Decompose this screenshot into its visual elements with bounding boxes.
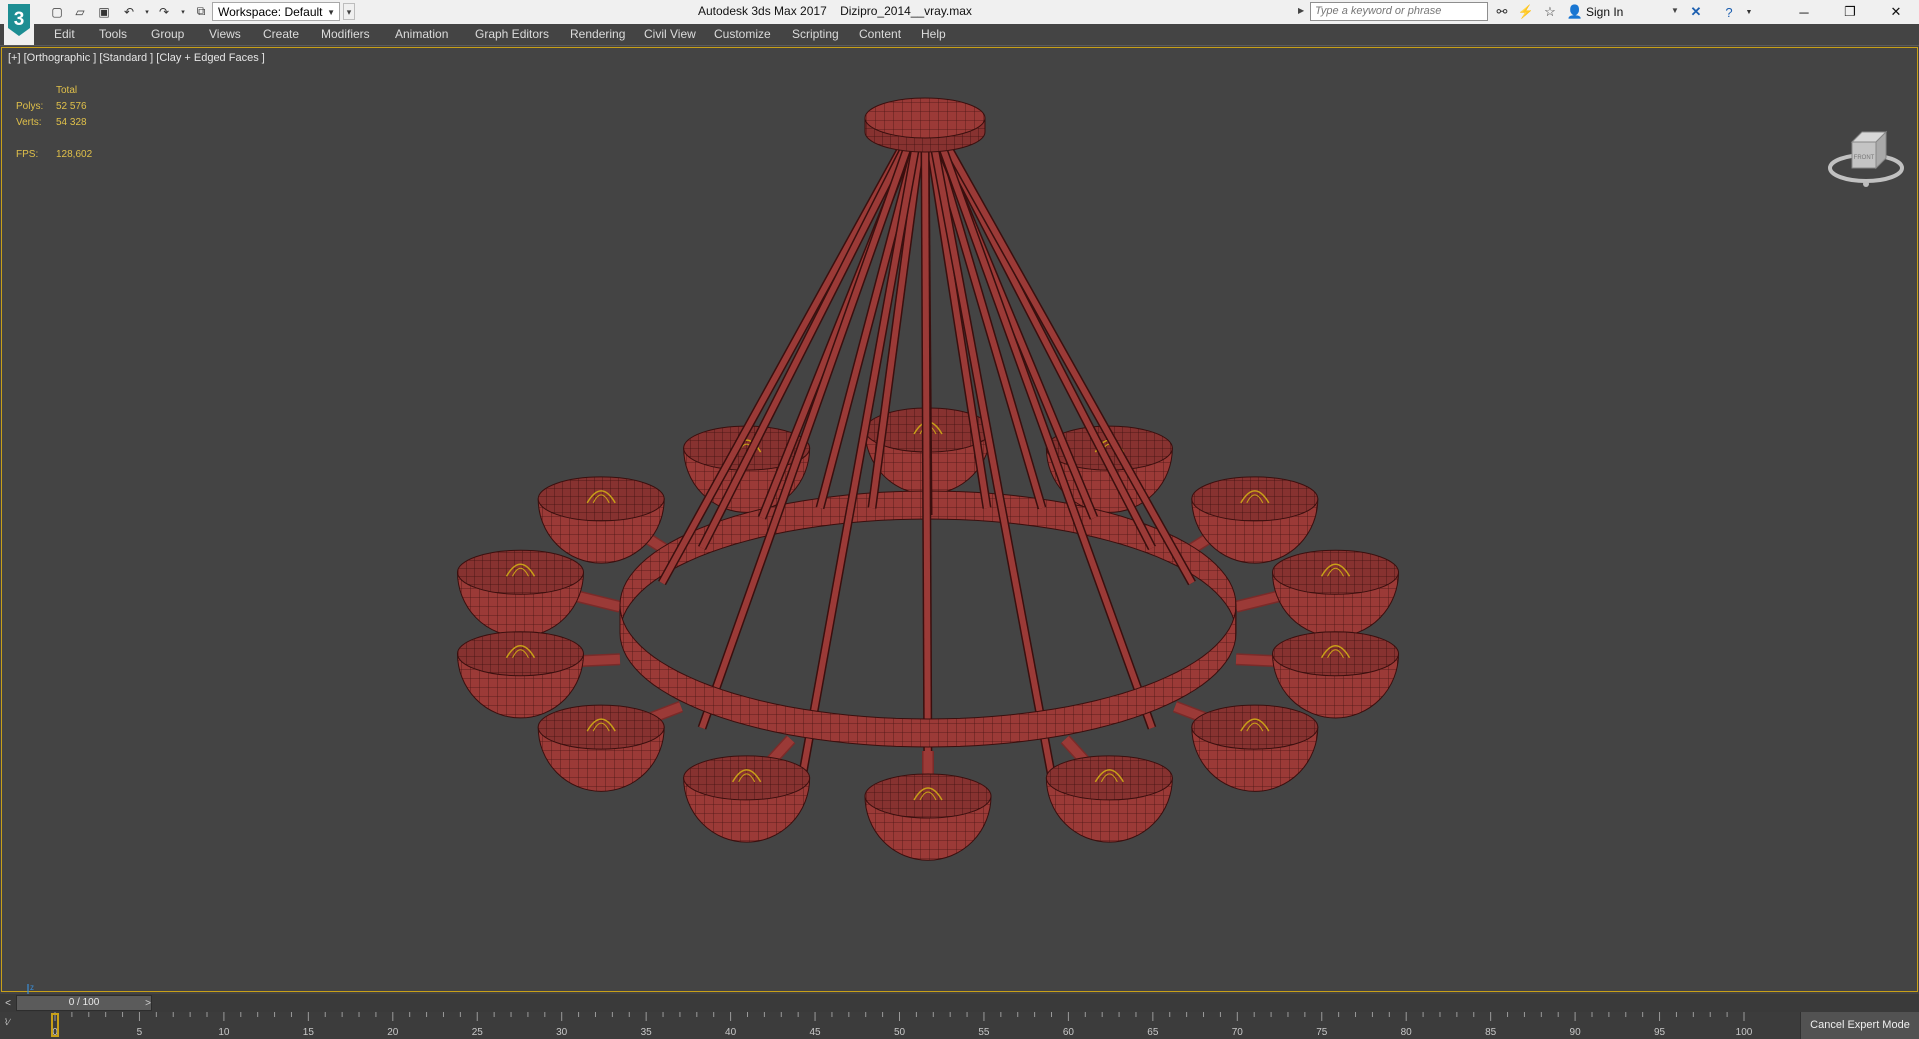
frame-tick-label: 15 [303,1027,315,1038]
frame-tick-label: 25 [472,1027,484,1038]
quick-access-customize-icon[interactable]: ▾ [343,3,355,20]
menu-create[interactable]: Create [263,24,299,45]
frame-tick-label: 95 [1654,1027,1666,1038]
lamp-cup[interactable] [864,751,992,861]
menu-views[interactable]: Views [209,24,241,45]
viewcube-face-label: FRONT [1854,155,1875,161]
project-folder-icon[interactable]: ⧉ [192,3,210,20]
viewcube-icon[interactable]: FRONT [1826,128,1906,190]
time-slider[interactable]: 0 / 100 [16,995,152,1011]
undo-icon[interactable]: ↶ [120,3,138,20]
title-bar: 3 ▢ ▱ ▣ ↶ ▾ ↷ ▾ ⧉ Workspace: Default ▼ ▾… [0,0,1919,45]
menu-rendering[interactable]: Rendering [570,24,625,45]
frame-tick-label: 85 [1485,1027,1497,1038]
menu-animation[interactable]: Animation [395,24,448,45]
menu-graph-editors[interactable]: Graph Editors [475,24,549,45]
menu-edit[interactable]: Edit [54,24,75,45]
search-input[interactable]: Type a keyword or phrase [1310,2,1488,21]
chevron-down-icon: ▼ [327,8,335,17]
binoculars-icon[interactable]: ⚯ [1493,3,1511,21]
redo-icon[interactable]: ↷ [155,3,173,20]
workspace-label: Workspace: Default [218,5,323,19]
svg-text:3: 3 [14,9,25,30]
close-button[interactable]: ✕ [1873,0,1919,24]
frame-ruler[interactable]: 0 5 10 15 20 25 30 35 40 45 50 55 60 65 70 75 80 85 90 95 10… [0,1012,1800,1039]
menu-group[interactable]: Group [151,24,184,45]
chandelier-rod-face [922,129,931,794]
search-expand-icon[interactable]: ▶ [1298,6,1304,15]
frame-tick-label: 100 [1736,1027,1753,1038]
frame-tick-label: 65 [1147,1027,1159,1038]
cancel-expert-mode-button[interactable]: Cancel Expert Mode [1800,1012,1919,1039]
lamp-cup[interactable] [1172,700,1319,792]
star-icon[interactable]: ☆ [1541,3,1559,21]
chandelier-model[interactable] [2,48,1917,991]
lamp-cup[interactable] [537,700,684,792]
new-file-icon[interactable]: ▢ [48,3,66,20]
time-slider-value: 0 / 100 [68,997,100,1008]
frame-tick-label: 75 [1316,1027,1328,1038]
frame-tick-label: 60 [1063,1027,1075,1038]
menu-civil-view[interactable]: Civil View [644,24,696,45]
app-logo-icon[interactable]: 3 [4,1,34,45]
menu-tools[interactable]: Tools [99,24,127,45]
communication-center-icon[interactable]: ⚡ [1517,3,1535,21]
frame-tick-label: 70 [1232,1027,1244,1038]
menu-scripting[interactable]: Scripting [792,24,839,45]
workspace-dropdown[interactable]: Workspace: Default ▼ [212,2,340,21]
menu-content[interactable]: Content [859,24,901,45]
viewport-orthographic[interactable]: [+] [Orthographic ] [Standard ] [Clay + … [1,47,1918,1013]
open-file-icon[interactable]: ▱ [71,3,89,20]
app-title: Autodesk 3ds Max 2017 [698,4,827,18]
undo-dropdown-icon[interactable]: ▾ [138,3,156,20]
canopy[interactable] [864,97,986,153]
help-dropdown-icon[interactable]: ▼ [1740,3,1758,21]
frame-tick-label: 20 [387,1027,399,1038]
redo-dropdown-icon[interactable]: ▾ [174,3,192,20]
sign-in-link[interactable]: Sign In [1586,3,1623,21]
menu-bar: Edit Tools Group Views Create Modifiers … [0,24,1919,46]
time-slider-bar: < 0 / 100 > [0,994,1919,1012]
help-icon[interactable]: ? [1720,3,1738,21]
window-title: Autodesk 3ds Max 2017 Dizipro_2014__vray… [698,0,972,24]
chevron-down-icon[interactable]: ▼ [1671,6,1679,15]
user-icon[interactable]: 👤 [1566,3,1584,21]
previous-frame-icon[interactable]: < [1,995,15,1011]
minimize-button[interactable]: ─ [1781,0,1827,24]
frame-tick-label: 35 [641,1027,653,1038]
frame-tick-label: 55 [978,1027,990,1038]
next-frame-icon[interactable]: > [141,995,155,1011]
frame-tick-label: 80 [1401,1027,1413,1038]
lamp-cup[interactable] [683,735,811,843]
file-name: Dizipro_2014__vray.max [840,4,972,18]
menu-modifiers[interactable]: Modifiers [321,24,370,45]
frame-tick-label: 40 [725,1027,737,1038]
autodesk-exchange-icon[interactable]: ✕ [1687,3,1705,21]
restore-button[interactable]: ❐ [1827,0,1873,24]
frame-tick-label: 50 [894,1027,906,1038]
frame-tick-label: 5 [137,1027,143,1038]
svg-text:z: z [30,983,34,992]
frame-tick-label: 10 [218,1027,230,1038]
menu-help[interactable]: Help [921,24,946,45]
frame-tick-label: 30 [556,1027,568,1038]
menu-customize[interactable]: Customize [714,24,771,45]
frame-tick-label: 90 [1570,1027,1582,1038]
save-file-icon[interactable]: ▣ [95,3,113,20]
frame-tick-label: 45 [809,1027,821,1038]
lamp-cup[interactable] [1045,735,1173,843]
track-bar[interactable]: ⌇∕ 0 5 10 15 20 25 30 35 40 45 50 55 60 65 70 75 80 85 90 9… [0,1012,1919,1039]
